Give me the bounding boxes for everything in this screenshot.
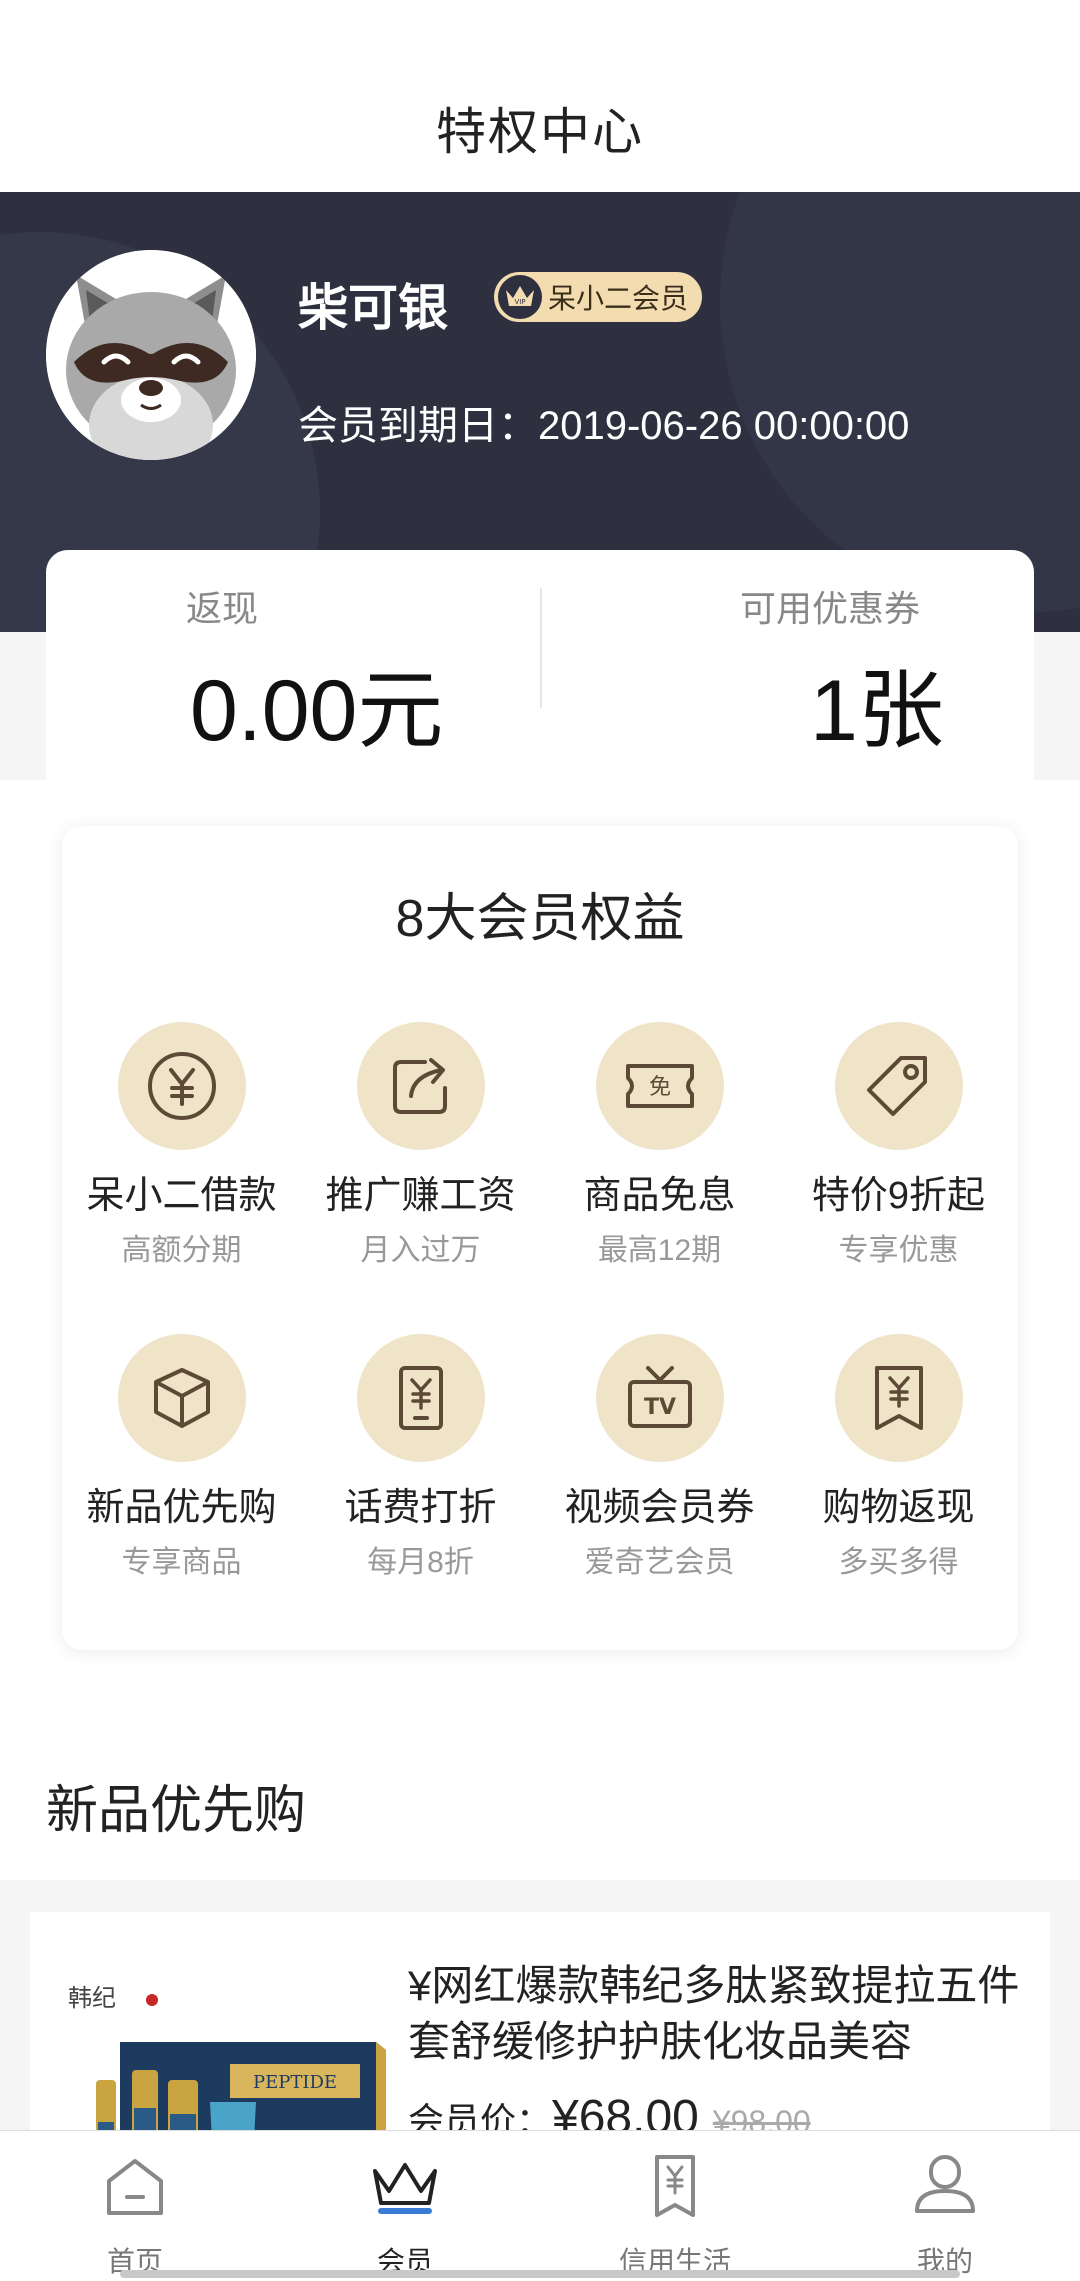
benefit-sub: 专享优惠 <box>838 1234 959 1267</box>
benefit-sub: 高额分期 <box>121 1234 242 1267</box>
coupon-label: 可用优惠券 <box>740 588 921 629</box>
benefits-title: 8大会员权益 <box>395 890 685 948</box>
box-icon <box>117 1334 246 1462</box>
benefit-item-loan[interactable]: 呆小二借款 高额分期 <box>62 1022 301 1269</box>
benefit-name: 推广赚工资 <box>325 1175 516 1217</box>
vip-badge-label: 呆小二会员 <box>548 283 689 314</box>
benefit-name: 商品免息 <box>583 1175 736 1217</box>
coupon-value: 1张 <box>810 663 944 759</box>
crown-icon <box>373 2163 437 2214</box>
svg-text:PEPTIDE: PEPTIDE <box>253 2072 337 2093</box>
tab-mine[interactable]: 我的 <box>810 2131 1080 2281</box>
home-indicator <box>120 2270 960 2278</box>
benefit-name: 话费打折 <box>344 1487 497 1529</box>
svg-text:韩纪: 韩纪 <box>68 1984 116 2012</box>
membership-expiry: 会员到期日：2019-06-26 00:00:00 <box>298 393 909 451</box>
vip-badge: VIP 呆小二会员 <box>494 272 703 322</box>
benefit-item-interest-free[interactable]: 免 商品免息 最高12期 <box>540 1022 779 1269</box>
section-title-new-products: 新品优先购 <box>46 1782 307 1840</box>
benefit-name: 视频会员券 <box>564 1487 755 1529</box>
tab-home[interactable]: 首页 <box>0 2131 270 2281</box>
benefit-item-phone-bill[interactable]: 话费打折 每月8折 <box>301 1334 540 1581</box>
coupon-stat[interactable]: 可用优惠券 1张 <box>540 550 1034 780</box>
benefit-name: 特价9折起 <box>811 1175 986 1217</box>
avatar[interactable] <box>46 250 256 460</box>
benefit-item-new-products[interactable]: 新品优先购 专享商品 <box>62 1334 301 1581</box>
stats-card: 返现 0.00元 可用优惠券 1张 <box>46 550 1034 780</box>
svg-text:TV: TV <box>643 1395 675 1420</box>
expiry-value: 2019-06-26 00:00:00 <box>538 404 910 448</box>
phone-bill-icon <box>356 1334 485 1462</box>
tv-icon: TV <box>595 1334 724 1462</box>
benefit-sub: 爱奇艺会员 <box>584 1546 735 1579</box>
benefit-sub: 专享商品 <box>121 1546 242 1579</box>
title-bar: 特权中心 <box>0 0 1080 192</box>
user-icon <box>915 2155 975 2213</box>
tab-credit-life[interactable]: 信用生活 <box>540 2131 810 2281</box>
ticket-icon: 免 <box>595 1022 724 1150</box>
yen-circle-icon <box>117 1022 246 1150</box>
bottom-tab-bar: 首页 会员 信用生活 我的 <box>0 2130 1080 2281</box>
svg-text:免: 免 <box>648 1075 670 1100</box>
username: 柴可银 <box>298 280 448 336</box>
cashback-bookmark-icon <box>834 1334 963 1462</box>
benefit-item-promote[interactable]: 推广赚工资 月入过万 <box>301 1022 540 1269</box>
svg-text:VIP: VIP <box>514 298 525 306</box>
page-title: 特权中心 <box>436 104 644 160</box>
cashback-stat[interactable]: 返现 0.00元 <box>46 550 540 780</box>
benefit-sub: 月入过万 <box>360 1234 481 1267</box>
cashback-value: 0.00元 <box>190 663 444 759</box>
yen-bookmark-icon <box>655 2155 695 2217</box>
benefit-item-video-vip[interactable]: TV 视频会员券 爱奇艺会员 <box>540 1334 779 1581</box>
price-tag-icon <box>834 1022 963 1150</box>
benefit-name: 新品优先购 <box>86 1487 277 1529</box>
benefit-sub: 最高12期 <box>597 1234 722 1267</box>
share-icon <box>356 1022 485 1150</box>
expiry-label: 会员到期日： <box>298 404 538 448</box>
benefits-card: 8大会员权益 呆小二借款 高额分期 推广赚工资 月入过万 免 商品免息 最高12… <box>62 826 1018 1650</box>
benefit-item-discount[interactable]: 特价9折起 专享优惠 <box>779 1022 1018 1269</box>
benefit-item-cashback[interactable]: 购物返现 多买多得 <box>779 1334 1018 1581</box>
tab-vip[interactable]: 会员 <box>270 2131 540 2281</box>
benefit-name: 购物返现 <box>822 1487 975 1529</box>
home-icon <box>107 2159 163 2215</box>
product-name: ¥网红爆款韩纪多肽紧致提拉五件套舒缓修护护肤化妆品美容 <box>408 1962 1020 2065</box>
section-divider <box>0 1882 1080 1912</box>
benefit-sub: 每月8折 <box>367 1546 474 1579</box>
cashback-label: 返现 <box>186 588 259 629</box>
benefit-sub: 多买多得 <box>838 1546 959 1579</box>
raccoon-avatar-icon <box>46 250 256 460</box>
benefit-name: 呆小二借款 <box>86 1175 277 1217</box>
vip-crown-icon: VIP <box>498 275 542 319</box>
